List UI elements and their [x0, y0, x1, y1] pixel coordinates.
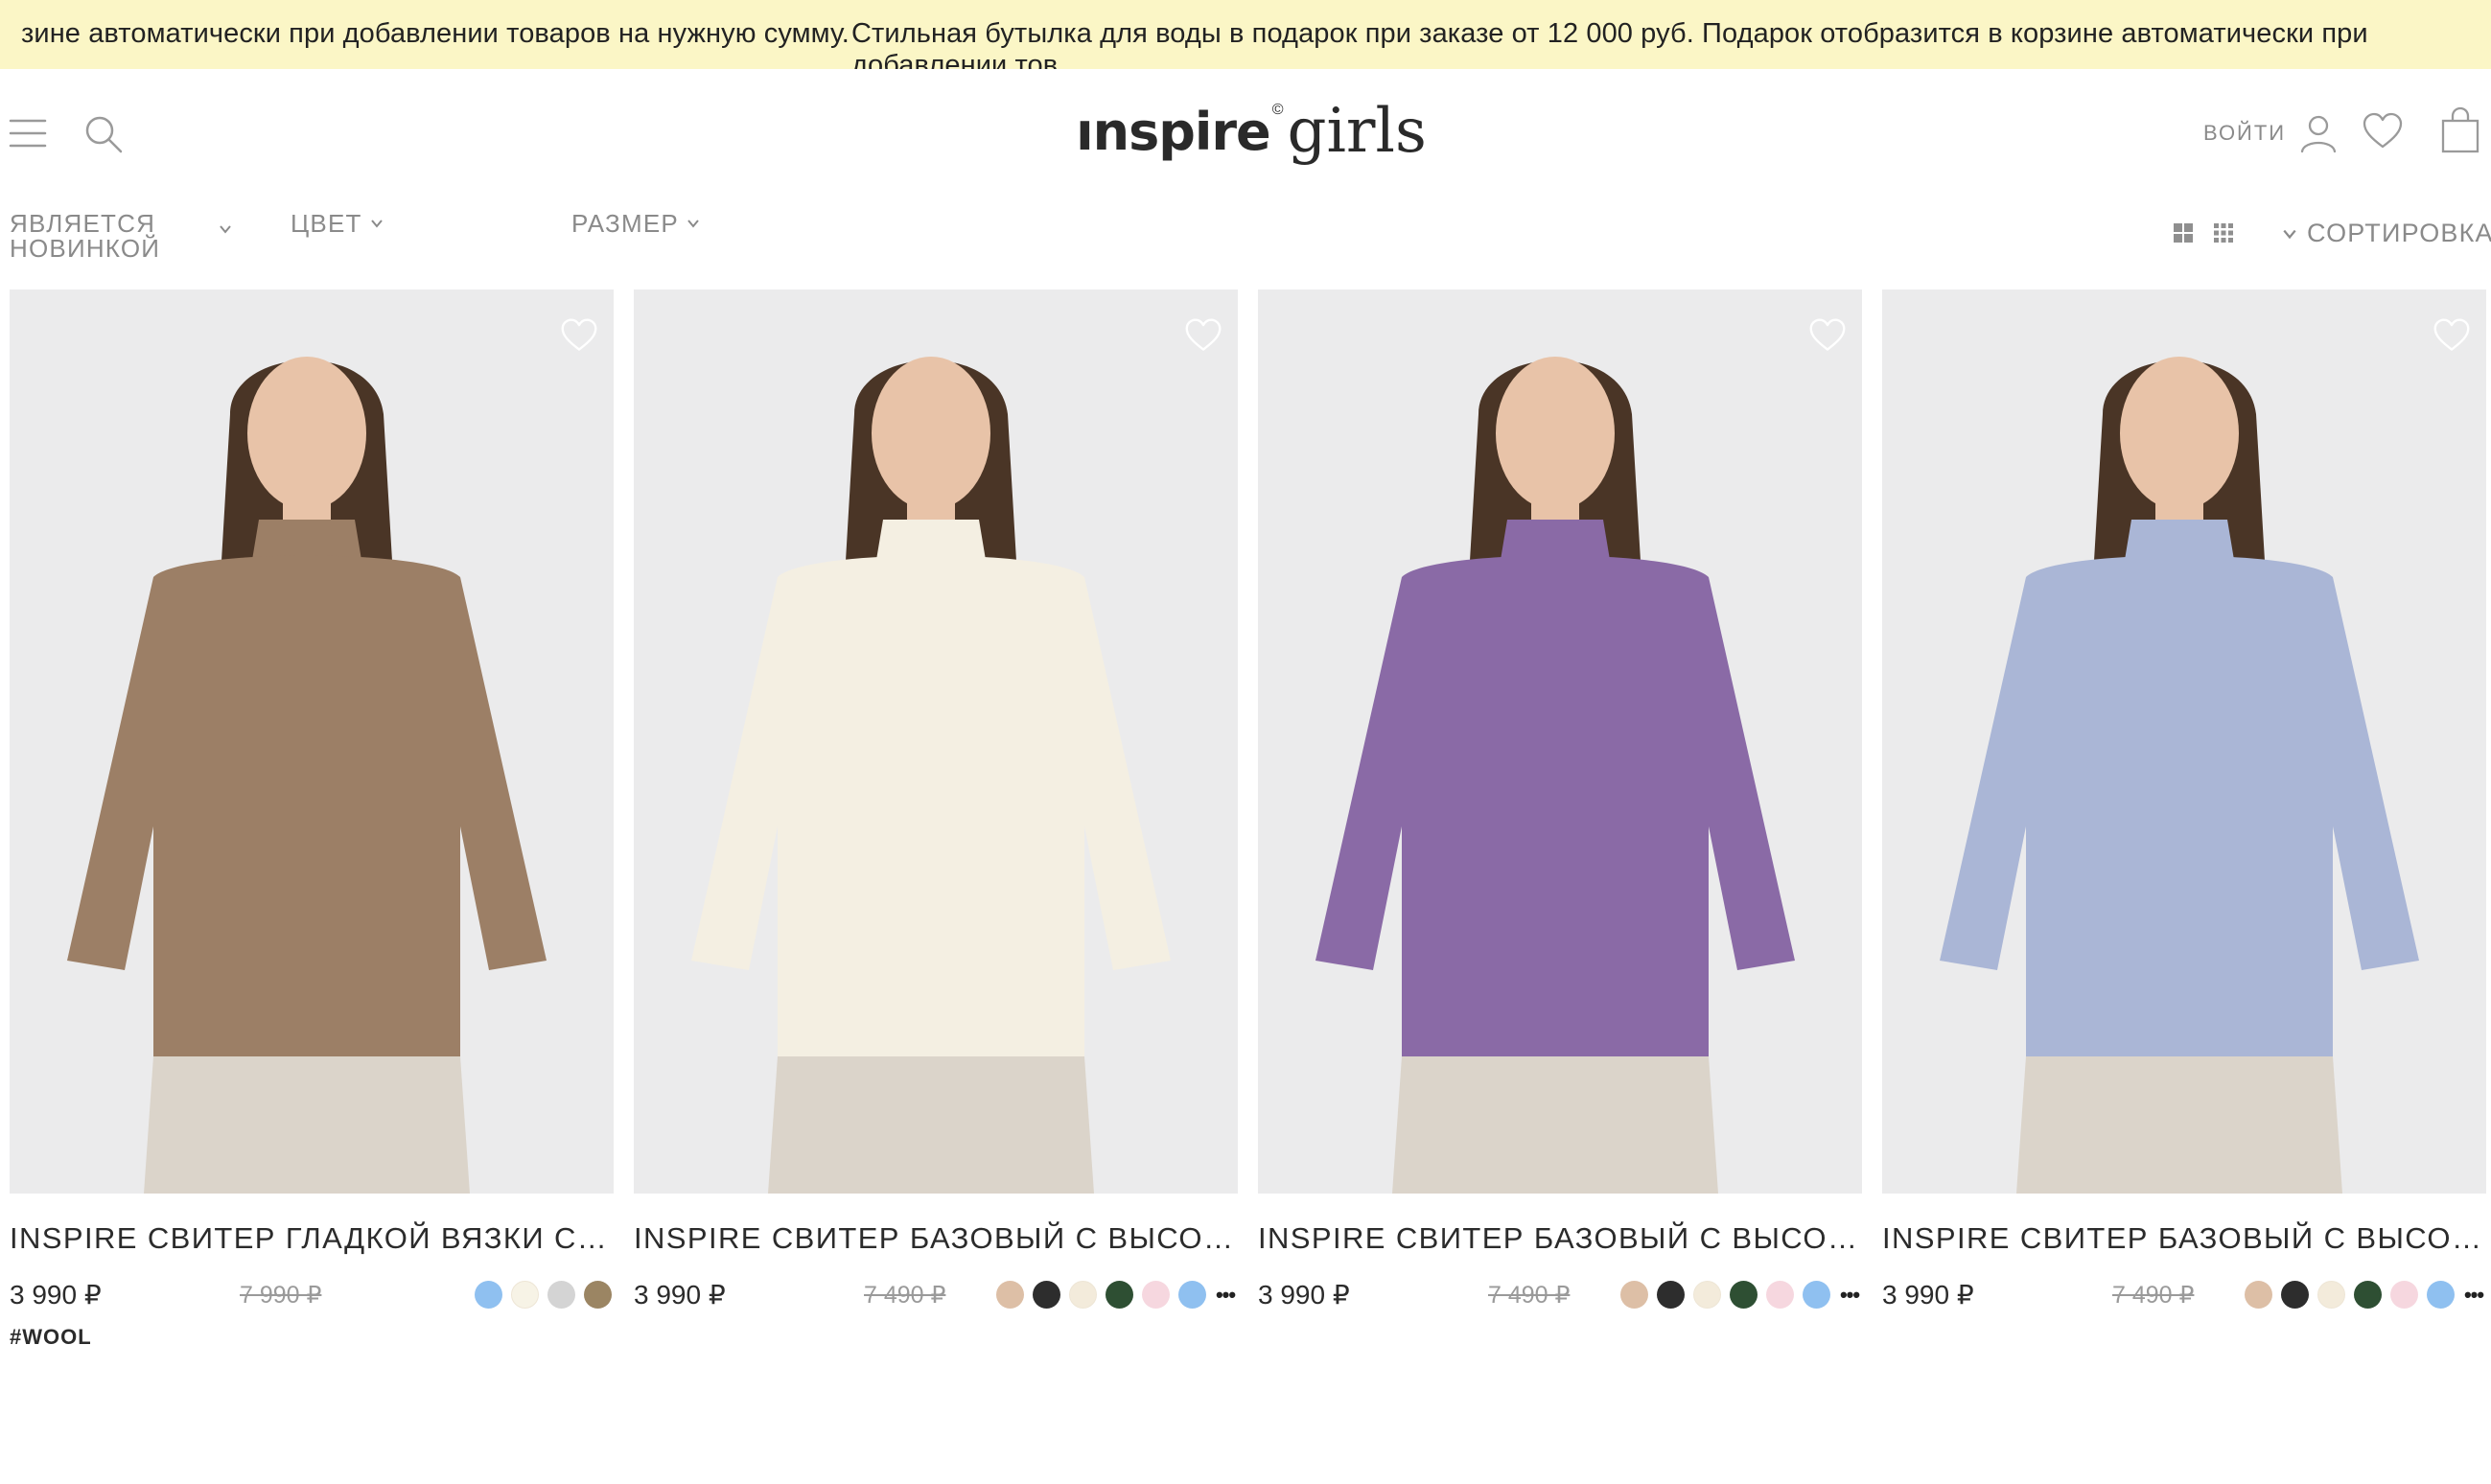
- color-swatch[interactable]: [1693, 1281, 1721, 1309]
- color-swatch[interactable]: [2427, 1281, 2455, 1309]
- color-swatch[interactable]: [996, 1281, 1024, 1309]
- color-swatches: •••: [2245, 1281, 2484, 1309]
- product-old-price: 7 990 ₽: [240, 1282, 322, 1309]
- product-card: INSPIRE СВИТЕР БАЗОВЫЙ С ВЫСОКИМ ВОРОТНИ…: [1258, 290, 1862, 1382]
- product-image: [10, 290, 614, 1194]
- product-image: [634, 290, 1238, 1194]
- grid-2-view-icon[interactable]: [2173, 222, 2194, 243]
- color-swatch[interactable]: [584, 1281, 612, 1309]
- more-colors-icon[interactable]: •••: [1215, 1281, 1236, 1309]
- product-card: INSPIRE СВИТЕР БАЗОВЫЙ С ВЫСОКИМ ВОРОТНИ…: [634, 290, 1238, 1382]
- color-swatch[interactable]: [1033, 1281, 1060, 1309]
- login-label: ВОЙТИ: [2203, 121, 2287, 145]
- logo-bold-text: ınspire: [1076, 101, 1271, 162]
- promo-text-second: Стильная бутылка для воды в подарок при …: [851, 18, 2368, 69]
- color-swatch[interactable]: [475, 1281, 502, 1309]
- price-row: 3 990 ₽ 7 990 ₽: [10, 1277, 614, 1315]
- logo-light-text: girls: [1287, 96, 1427, 167]
- color-swatch[interactable]: [1803, 1281, 1830, 1309]
- color-swatch[interactable]: [2317, 1281, 2345, 1309]
- product-title[interactable]: INSPIRE СВИТЕР БАЗОВЫЙ С ВЫСОКИМ ВОРОТНИ…: [1258, 1221, 1862, 1256]
- color-swatch[interactable]: [1106, 1281, 1133, 1309]
- favorite-heart-icon[interactable]: [1184, 316, 1222, 355]
- site-logo[interactable]: ınspire © girls: [1076, 90, 1427, 173]
- color-swatch[interactable]: [2245, 1281, 2272, 1309]
- product-card: INSPIRE СВИТЕР ГЛАДКОЙ ВЯЗКИ С ВОРОТНИКО…: [10, 290, 614, 1382]
- filter-size-label: РАЗМЕР: [571, 209, 679, 238]
- product-photo[interactable]: [1882, 290, 2486, 1194]
- login-button[interactable]: ВОЙТИ: [2203, 112, 2338, 154]
- favorite-heart-icon[interactable]: [560, 316, 598, 355]
- product-photo[interactable]: [634, 290, 1238, 1194]
- product-image: [1882, 290, 2486, 1194]
- product-grid: INSPIRE СВИТЕР ГЛАДКОЙ ВЯЗКИ С ВОРОТНИКО…: [10, 290, 2486, 1392]
- price-row: 3 990 ₽ 7 490 ₽ •••: [634, 1277, 1238, 1315]
- product-old-price: 7 490 ₽: [1488, 1282, 1571, 1309]
- product-price: 3 990 ₽: [1882, 1280, 1974, 1310]
- filter-color-label: ЦВЕТ: [291, 209, 362, 238]
- menu-icon[interactable]: [8, 115, 48, 151]
- product-price: 3 990 ₽: [1258, 1280, 1350, 1310]
- product-photo[interactable]: [1258, 290, 1862, 1194]
- color-swatch[interactable]: [1766, 1281, 1794, 1309]
- price-row: 3 990 ₽ 7 490 ₽ •••: [1882, 1277, 2486, 1315]
- more-colors-icon[interactable]: •••: [1839, 1281, 1860, 1309]
- product-image: [1258, 290, 1862, 1194]
- cart-bag-icon[interactable]: [2437, 105, 2483, 155]
- color-swatch[interactable]: [2281, 1281, 2309, 1309]
- chevron-down-icon: [687, 220, 699, 228]
- user-icon: [2300, 115, 2337, 153]
- more-colors-icon[interactable]: •••: [2463, 1281, 2484, 1309]
- logo-registered-mark: ©: [1271, 102, 1284, 118]
- filter-size[interactable]: РАЗМЕР: [571, 211, 700, 236]
- chevron-down-icon: [220, 225, 231, 234]
- filter-is-new-label: ЯВЛЯЕТСЯ НОВИНКОЙ: [10, 209, 161, 263]
- color-swatch[interactable]: [1142, 1281, 1170, 1309]
- filters-bar: ЯВЛЯЕТСЯ НОВИНКОЙ ЦВЕТ РАЗМЕР СОРТИРОВКА: [0, 201, 2491, 268]
- color-swatch[interactable]: [2354, 1281, 2382, 1309]
- color-swatch[interactable]: [547, 1281, 575, 1309]
- site-header: ınspire © girls ВОЙТИ: [0, 69, 2491, 189]
- color-swatch[interactable]: [511, 1281, 539, 1309]
- color-swatch[interactable]: [1620, 1281, 1648, 1309]
- promo-text-first: зине автоматически при добавлении товаро…: [21, 18, 850, 49]
- product-photo[interactable]: [10, 290, 614, 1194]
- promo-banner: зине автоматически при добавлении товаро…: [0, 0, 2491, 69]
- color-swatches: •••: [996, 1281, 1236, 1309]
- product-price: 3 990 ₽: [634, 1280, 726, 1310]
- color-swatch[interactable]: [1657, 1281, 1685, 1309]
- color-swatch[interactable]: [2390, 1281, 2418, 1309]
- product-title[interactable]: INSPIRE СВИТЕР ГЛАДКОЙ ВЯЗКИ С ВОРОТНИКО…: [10, 1221, 614, 1256]
- filter-is-new[interactable]: ЯВЛЯЕТСЯ НОВИНКОЙ: [10, 211, 240, 261]
- filter-color[interactable]: ЦВЕТ: [291, 211, 384, 236]
- product-title[interactable]: INSPIRE СВИТЕР БАЗОВЫЙ С ВЫСОКИМ ВОРОТНИ…: [634, 1221, 1238, 1256]
- grid-4-view-icon[interactable]: [2213, 222, 2234, 243]
- price-row: 3 990 ₽ 7 490 ₽ •••: [1258, 1277, 1862, 1315]
- color-swatch[interactable]: [1178, 1281, 1206, 1309]
- favorite-heart-icon[interactable]: [1808, 316, 1847, 355]
- product-card: INSPIRE СВИТЕР БАЗОВЫЙ С ВЫСОКИМ ВОРОТНИ…: [1882, 290, 2486, 1382]
- sort-dropdown[interactable]: СОРТИРОВКА: [2282, 219, 2491, 248]
- product-price: 3 990 ₽: [10, 1280, 102, 1310]
- wishlist-heart-icon[interactable]: [2361, 109, 2405, 153]
- favorite-heart-icon[interactable]: [2433, 316, 2471, 355]
- chevron-down-icon: [2283, 229, 2296, 239]
- chevron-down-icon: [370, 220, 383, 228]
- color-swatch[interactable]: [1069, 1281, 1097, 1309]
- color-swatches: [475, 1281, 612, 1309]
- product-tag[interactable]: #WOOL: [10, 1325, 92, 1350]
- product-old-price: 7 490 ₽: [864, 1282, 946, 1309]
- color-swatches: •••: [1620, 1281, 1860, 1309]
- product-old-price: 7 490 ₽: [2112, 1282, 2195, 1309]
- product-title[interactable]: INSPIRE СВИТЕР БАЗОВЫЙ С ВЫСОКИМ ВОРОТНИ…: [1882, 1221, 2486, 1256]
- search-icon[interactable]: [82, 113, 125, 155]
- color-swatch[interactable]: [1730, 1281, 1758, 1309]
- sort-label: СОРТИРОВКА: [2307, 219, 2491, 247]
